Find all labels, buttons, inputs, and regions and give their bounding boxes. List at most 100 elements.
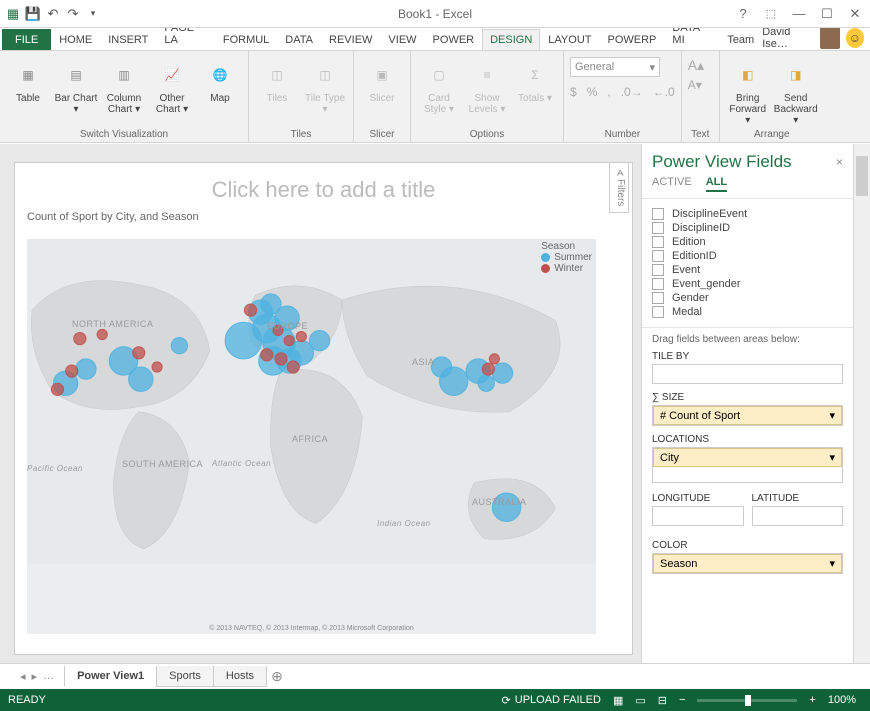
field-item[interactable]: DisciplineEvent <box>652 207 843 221</box>
totals-button[interactable]: ΣTotals ▾ <box>513 57 557 104</box>
color-pill[interactable]: Season▾ <box>653 554 842 573</box>
bar-chart-button[interactable]: ▤Bar Chart ▾ <box>54 57 98 115</box>
zoom-level[interactable]: 100% <box>828 694 856 706</box>
tab-file[interactable]: FILE <box>2 29 51 50</box>
size-well[interactable]: # Count of Sport▾ <box>652 405 843 426</box>
column-chart-button[interactable]: ▥Column Chart ▾ <box>102 57 146 115</box>
slicer-button[interactable]: ▣Slicer <box>360 57 404 104</box>
tab-active[interactable]: ACTIVE <box>652 176 692 192</box>
close-icon[interactable]: ✕ <box>844 5 866 23</box>
table-button[interactable]: ▦Table <box>6 57 50 104</box>
view-page-icon[interactable]: ▭ <box>635 694 645 707</box>
checkbox-icon[interactable] <box>652 236 664 248</box>
field-item[interactable]: Medal <box>652 305 843 319</box>
maximize-icon[interactable]: ☐ <box>816 5 838 23</box>
locations-pill[interactable]: City▾ <box>653 448 842 467</box>
show-levels-button[interactable]: ≡Show Levels ▾ <box>465 57 509 115</box>
tab-data[interactable]: DATA <box>277 29 321 50</box>
tab-home[interactable]: HOME <box>51 29 100 50</box>
tab-powerview[interactable]: POWER <box>425 29 483 50</box>
filters-tab[interactable]: ∢ Filters <box>609 162 629 213</box>
minimize-icon[interactable]: — <box>788 5 810 23</box>
zoom-slider[interactable] <box>697 699 797 702</box>
fields-list: DisciplineEvent DisciplineID Edition Edi… <box>642 199 853 327</box>
tab-powerpivot[interactable]: POWERP <box>600 29 665 50</box>
zoom-out-icon[interactable]: − <box>679 694 685 706</box>
main-area: Click here to add a title Count of Sport… <box>0 144 870 663</box>
size-pill[interactable]: # Count of Sport▾ <box>653 406 842 425</box>
chevron-down-icon[interactable]: ▾ <box>829 451 835 464</box>
tab-team[interactable]: Team <box>719 29 762 50</box>
zoom-in-icon[interactable]: + <box>809 694 815 706</box>
powerview-canvas[interactable]: Click here to add a title Count of Sport… <box>14 162 633 655</box>
tab-review[interactable]: REVIEW <box>321 29 380 50</box>
map-visualization[interactable]: NORTH AMERICA SOUTH AMERICA AFRICA EUROP… <box>27 239 596 634</box>
tab-insert[interactable]: INSERT <box>100 29 156 50</box>
locations-well[interactable]: City▾ <box>652 447 843 483</box>
field-item[interactable]: DisciplineID <box>652 221 843 235</box>
checkbox-icon[interactable] <box>652 306 664 318</box>
currency-icon[interactable]: $ <box>570 85 577 99</box>
sheet-prev-icon[interactable]: ◂ <box>20 670 26 683</box>
user-name[interactable]: David Ise… <box>762 26 814 50</box>
field-item[interactable]: Edition <box>652 235 843 249</box>
chevron-down-icon[interactable]: ▾ <box>829 557 835 570</box>
checkbox-icon[interactable] <box>652 278 664 290</box>
bring-forward-button[interactable]: ◧Bring Forward ▾ <box>726 57 770 126</box>
comma-icon[interactable]: , <box>607 85 610 99</box>
help-icon[interactable]: ? <box>732 5 754 23</box>
sheet-tab[interactable]: Power View1 <box>64 666 157 687</box>
ribbon-options-icon[interactable]: ⬚ <box>760 5 782 23</box>
upload-status[interactable]: ⟳ UPLOAD FAILED <box>502 694 601 707</box>
field-item[interactable]: Event <box>652 263 843 277</box>
undo-icon[interactable]: ↶ <box>44 5 62 23</box>
checkbox-icon[interactable] <box>652 222 664 234</box>
chevron-down-icon[interactable]: ▾ <box>829 409 835 422</box>
checkbox-icon[interactable] <box>652 250 664 262</box>
number-format-combo[interactable]: General▾ <box>570 57 660 77</box>
tab-view[interactable]: VIEW <box>380 29 424 50</box>
view-break-icon[interactable]: ⊟ <box>658 694 667 707</box>
field-item[interactable]: Event_gender <box>652 277 843 291</box>
checkbox-icon[interactable] <box>652 208 664 220</box>
checkbox-icon[interactable] <box>652 264 664 276</box>
decrease-font-icon[interactable]: A▾ <box>688 78 702 92</box>
longitude-well[interactable] <box>652 506 744 526</box>
checkbox-icon[interactable] <box>652 292 664 304</box>
sheet-tab[interactable]: Sports <box>156 666 214 687</box>
view-normal-icon[interactable]: ▦ <box>613 694 623 707</box>
map-button[interactable]: 🌐Map <box>198 57 242 104</box>
card-style-button[interactable]: ▢Card Style ▾ <box>417 57 461 115</box>
redo-icon[interactable]: ↷ <box>64 5 82 23</box>
color-well[interactable]: Season▾ <box>652 553 843 574</box>
map-attribution: © 2013 NAVTEQ, © 2013 Intermap, © 2013 M… <box>209 625 413 632</box>
other-chart-button[interactable]: 📈Other Chart ▾ <box>150 57 194 115</box>
vertical-scrollbar[interactable] <box>853 144 870 663</box>
sheet-tab[interactable]: Hosts <box>213 666 267 687</box>
latitude-well[interactable] <box>752 506 844 526</box>
title-placeholder[interactable]: Click here to add a title <box>21 169 626 209</box>
tile-type-button[interactable]: ◫Tile Type ▾ <box>303 57 347 115</box>
tab-layout[interactable]: LAYOUT <box>540 29 599 50</box>
decrease-decimal-icon[interactable]: ←.0 <box>653 85 675 99</box>
add-sheet-icon[interactable]: ⊕ <box>266 668 288 685</box>
send-backward-button[interactable]: ◨Send Backward ▾ <box>774 57 818 126</box>
area-size: ∑ SIZE # Count of Sport▾ <box>642 390 853 432</box>
tiles-button[interactable]: ◫Tiles <box>255 57 299 104</box>
tile-by-well[interactable] <box>652 364 843 384</box>
save-icon[interactable]: 💾 <box>24 5 42 23</box>
field-item[interactable]: Gender <box>652 291 843 305</box>
tab-formulas[interactable]: FORMUL <box>215 29 277 50</box>
field-item[interactable]: EditionID <box>652 249 843 263</box>
tab-design[interactable]: DESIGN <box>482 29 540 50</box>
sheet-next-icon[interactable]: ▸ <box>32 670 38 683</box>
sheet-more-icon[interactable]: … <box>43 670 54 683</box>
close-pane-icon[interactable]: × <box>836 155 843 169</box>
tab-all[interactable]: ALL <box>706 176 727 192</box>
increase-font-icon[interactable]: A▴ <box>688 57 704 74</box>
avatar[interactable] <box>820 27 840 49</box>
increase-decimal-icon[interactable]: .0→ <box>621 85 643 99</box>
feedback-icon[interactable]: ☺ <box>846 28 864 48</box>
qat-more-icon[interactable]: ▾ <box>84 5 102 23</box>
percent-icon[interactable]: % <box>587 85 598 99</box>
